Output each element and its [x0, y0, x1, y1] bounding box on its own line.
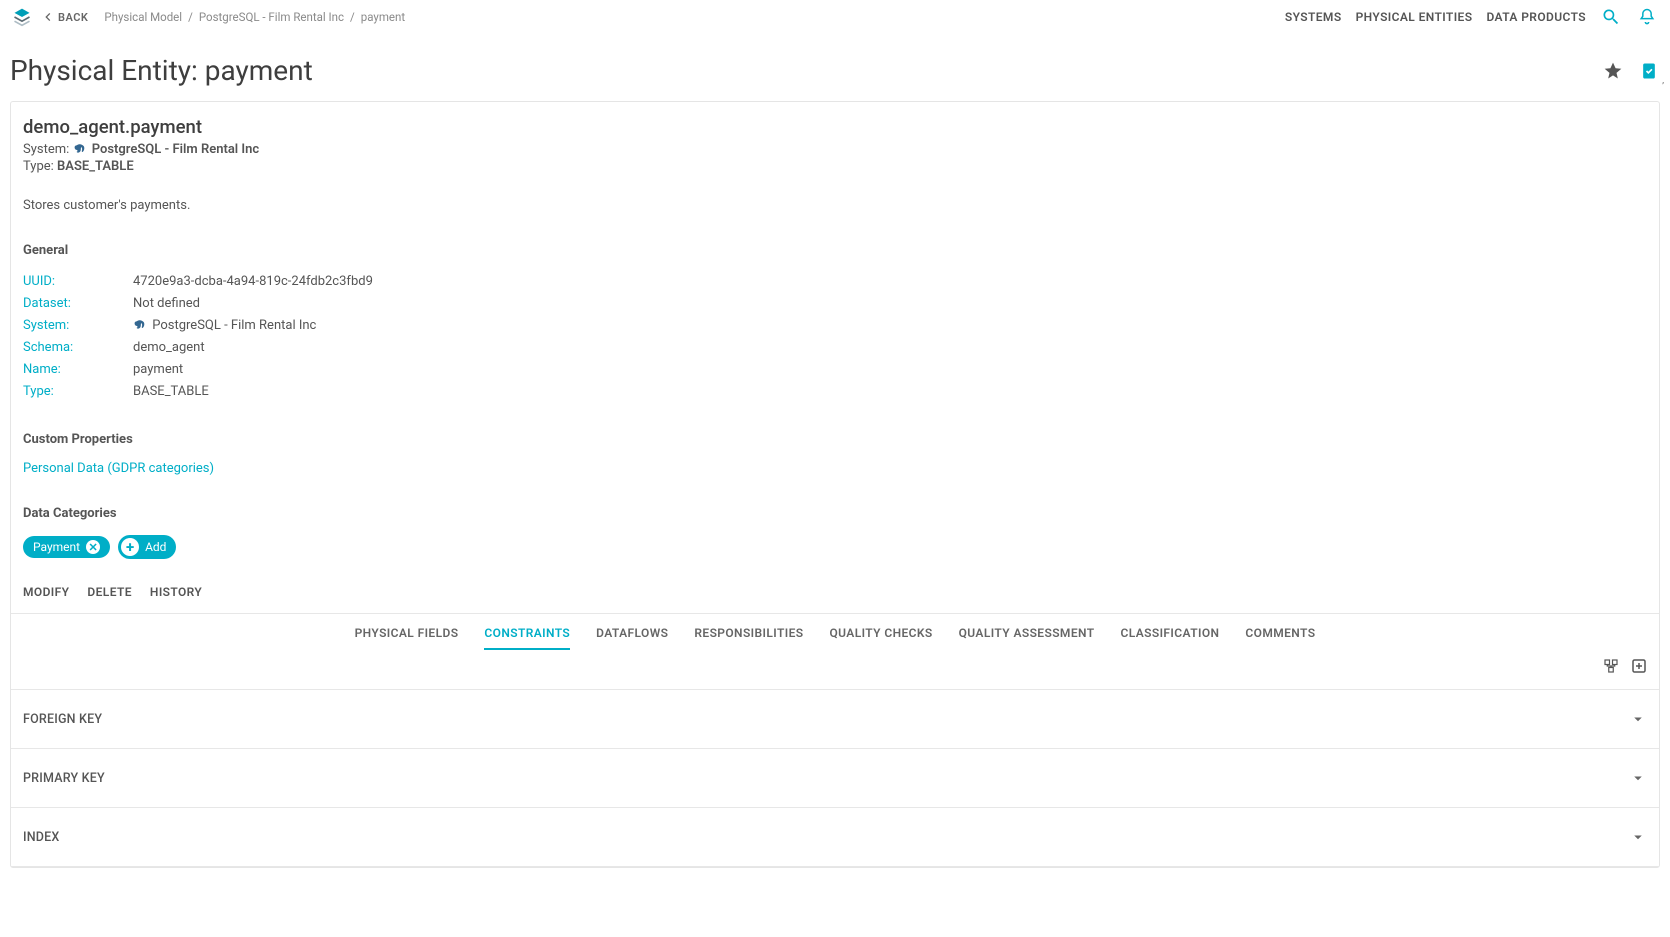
chevron-down-icon	[1629, 769, 1647, 787]
page-title: Physical Entity: payment	[10, 54, 313, 87]
section-general-title: General	[23, 243, 1647, 258]
accordion-row-index[interactable]: INDEX	[11, 808, 1659, 867]
entity-system-label: System:	[23, 142, 69, 157]
topnav-physical-entities[interactable]: PHYSICAL ENTITIES	[1356, 10, 1473, 24]
delete-button[interactable]: DELETE	[87, 585, 132, 599]
entity-actions: MODIFY DELETE HISTORY	[23, 559, 1647, 613]
breadcrumb-item[interactable]: payment	[361, 10, 405, 24]
entity-type-label: Type:	[23, 159, 54, 174]
accordion-label: PRIMARY KEY	[23, 771, 105, 786]
kv-row: Name:payment	[23, 360, 1647, 380]
entity-type-line: Type: BASE_TABLE	[23, 159, 1647, 174]
tabs: PHYSICAL FIELDS CONSTRAINTS DATAFLOWS RESPO…	[11, 614, 1659, 659]
topnav-data-products[interactable]: DATA PRODUCTS	[1486, 10, 1586, 24]
entity-qualified-name: demo_agent.payment	[23, 116, 1647, 138]
postgresql-icon	[73, 143, 87, 157]
accordion-row-foreign-key[interactable]: FOREIGN KEY	[11, 689, 1659, 749]
kv-row: Dataset:Not defined	[23, 294, 1647, 314]
add-category-button[interactable]: + Add	[118, 535, 176, 559]
section-data-categories-title: Data Categories	[23, 506, 1647, 521]
notifications-icon[interactable]	[1636, 6, 1658, 28]
page-actions: ,	[1602, 60, 1660, 82]
data-category-chips: Payment ✕ + Add	[23, 535, 1647, 559]
chevron-down-icon	[1629, 710, 1647, 728]
data-category-chip: Payment ✕	[23, 536, 110, 558]
plus-icon: +	[121, 538, 139, 556]
add-icon[interactable]	[1629, 656, 1649, 676]
entity-type-value: BASE_TABLE	[57, 159, 134, 174]
tab-quality-checks[interactable]: QUALITY CHECKS	[829, 626, 932, 650]
breadcrumb: Physical Model / PostgreSQL - Film Renta…	[104, 10, 405, 24]
tab-dataflows[interactable]: DATAFLOWS	[596, 626, 668, 650]
kv-row: Type:BASE_TABLE	[23, 382, 1647, 402]
tab-responsibilities[interactable]: RESPONSIBILITIES	[694, 626, 803, 650]
app-logo-icon[interactable]	[12, 7, 32, 27]
back-label: BACK	[58, 11, 88, 24]
add-category-label: Add	[145, 540, 166, 554]
graph-view-icon[interactable]	[1601, 656, 1621, 676]
topbar-left: BACK Physical Model / PostgreSQL - Film …	[12, 7, 405, 27]
kv-key: System:	[23, 316, 133, 336]
favorite-star-icon[interactable]	[1602, 60, 1624, 82]
tab-constraints[interactable]: CONSTRAINTS	[484, 626, 570, 650]
breadcrumb-sep: /	[350, 10, 355, 24]
chevron-down-icon	[1629, 828, 1647, 846]
tab-quality-assessment[interactable]: QUALITY ASSESSMENT	[959, 626, 1095, 650]
custom-prop-link[interactable]: Personal Data (GDPR categories)	[23, 461, 214, 476]
entity-system-value: PostgreSQL - Film Rental Inc	[92, 142, 259, 157]
accordion-label: FOREIGN KEY	[23, 712, 102, 727]
back-button[interactable]: BACK	[40, 9, 88, 25]
modify-button[interactable]: MODIFY	[23, 585, 69, 599]
remove-chip-icon[interactable]: ✕	[86, 540, 100, 554]
entity-description: Stores customer's payments.	[23, 198, 1647, 213]
history-button[interactable]: HISTORY	[150, 585, 202, 599]
tabs-tools	[1601, 656, 1649, 676]
kv-row: System: PostgreSQL - Film Rental Inc	[23, 316, 1647, 336]
kv-row: UUID:4720e9a3-dcba-4a94-819c-24fdb2c3fbd…	[23, 272, 1647, 292]
verified-badge-icon[interactable]: ,	[1638, 60, 1660, 82]
kv-value: payment	[133, 360, 183, 380]
kv-value: Not defined	[133, 294, 200, 314]
kv-key: UUID:	[23, 272, 133, 292]
section-custom-props-title: Custom Properties	[23, 432, 1647, 447]
accordion-row-primary-key[interactable]: PRIMARY KEY	[11, 749, 1659, 808]
search-icon[interactable]	[1600, 6, 1622, 28]
tab-comments[interactable]: COMMENTS	[1245, 626, 1315, 650]
kv-key: Schema:	[23, 338, 133, 358]
page-header: Physical Entity: payment ,	[0, 34, 1670, 101]
entity-system-line: System: PostgreSQL - Film Rental Inc	[23, 142, 1647, 157]
general-kv-list: UUID:4720e9a3-dcba-4a94-819c-24fdb2c3fbd…	[23, 272, 1647, 402]
kv-key: Name:	[23, 360, 133, 380]
breadcrumb-item[interactable]: Physical Model	[104, 10, 182, 24]
entity-card: demo_agent.payment System: PostgreSQL - …	[10, 101, 1660, 868]
tab-classification[interactable]: CLASSIFICATION	[1120, 626, 1219, 650]
topbar-right: SYSTEMS PHYSICAL ENTITIES DATA PRODUCTS	[1285, 6, 1658, 28]
topnav-systems[interactable]: SYSTEMS	[1285, 10, 1342, 24]
data-category-chip-label: Payment	[33, 540, 80, 554]
kv-value: BASE_TABLE	[133, 382, 209, 402]
tab-physical-fields[interactable]: PHYSICAL FIELDS	[355, 626, 459, 650]
postgresql-icon	[133, 319, 147, 333]
accordion-label: INDEX	[23, 830, 60, 845]
kv-key: Type:	[23, 382, 133, 402]
constraints-accordion: FOREIGN KEY PRIMARY KEY INDEX	[11, 689, 1659, 867]
breadcrumb-item[interactable]: PostgreSQL - Film Rental Inc	[199, 10, 344, 24]
kv-key: Dataset:	[23, 294, 133, 314]
breadcrumb-sep: /	[188, 10, 193, 24]
chevron-left-icon	[40, 9, 56, 25]
kv-value: PostgreSQL - Film Rental Inc	[133, 316, 316, 336]
topbar: BACK Physical Model / PostgreSQL - Film …	[0, 0, 1670, 34]
tabs-container: PHYSICAL FIELDS CONSTRAINTS DATAFLOWS RESPO…	[11, 613, 1659, 867]
kv-value: demo_agent	[133, 338, 205, 358]
kv-value: 4720e9a3-dcba-4a94-819c-24fdb2c3fbd9	[133, 272, 373, 292]
kv-row: Schema:demo_agent	[23, 338, 1647, 358]
